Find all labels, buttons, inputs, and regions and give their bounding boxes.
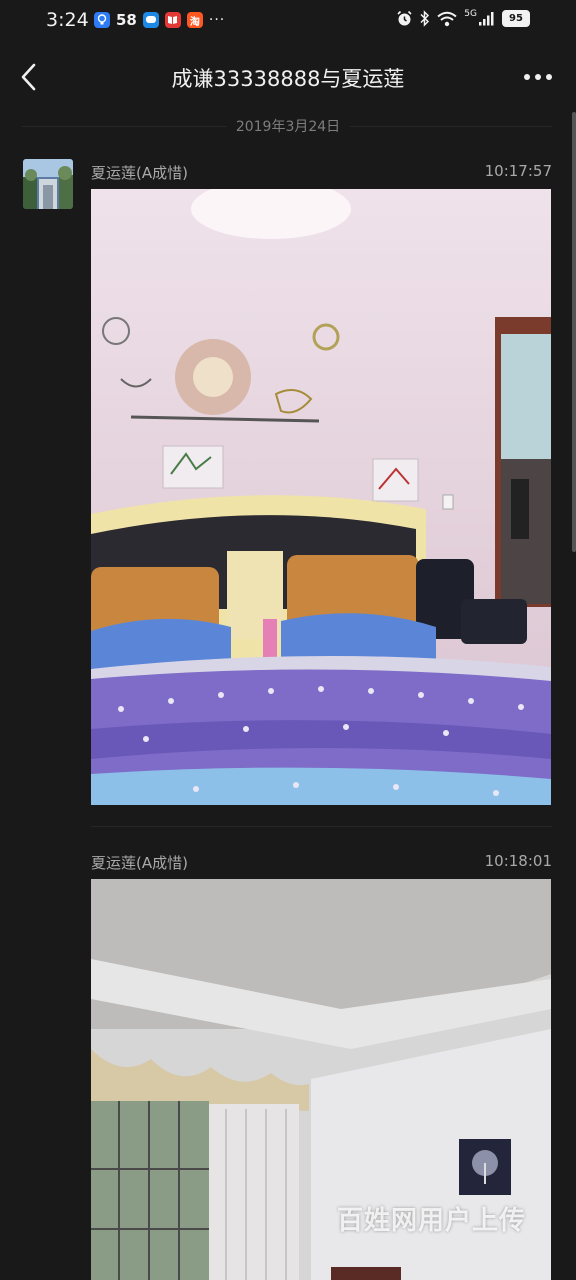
chat-title: 成谦33338888与夏运莲	[171, 67, 405, 91]
message-sender: 夏运莲(A成惜)	[91, 854, 188, 872]
wifi-icon	[437, 11, 457, 26]
alarm-icon	[397, 10, 412, 26]
system-icons: 5G 95	[396, 8, 530, 27]
book-app-icon	[164, 12, 181, 28]
more-dots-icon	[524, 74, 552, 80]
chat-app-icon	[142, 12, 159, 28]
bedroom-photo[interactable]	[91, 189, 551, 805]
message-time: 10:17:57	[484, 162, 552, 180]
more-options-button[interactable]	[522, 64, 554, 90]
battery-level: 95	[502, 10, 530, 27]
message-sender: 夏运莲(A成惜)	[91, 164, 188, 182]
message-divider	[91, 826, 552, 827]
app-58-icon: 58	[116, 11, 137, 29]
notification-icons: 58 淘 ···	[94, 11, 225, 29]
status-bar: 3:24 58 淘 ··· 5G 95	[0, 0, 576, 42]
network-type-label: 5G	[464, 8, 477, 19]
message-time: 10:18:01	[484, 852, 552, 870]
chat-header: 成谦33338888与夏运莲	[0, 50, 576, 106]
more-notifications-icon: ···	[208, 12, 226, 28]
sender-avatar[interactable]	[23, 159, 73, 209]
watermark-text: 百姓网用户上传	[336, 1206, 526, 1236]
bulb-app-icon	[94, 12, 110, 28]
taobao-app-icon: 淘	[186, 12, 203, 28]
bluetooth-icon	[420, 10, 430, 27]
date-divider-right	[350, 126, 552, 127]
signal-icon	[479, 12, 494, 26]
status-time: 3:24	[46, 9, 89, 31]
scrollbar[interactable]	[572, 112, 576, 552]
